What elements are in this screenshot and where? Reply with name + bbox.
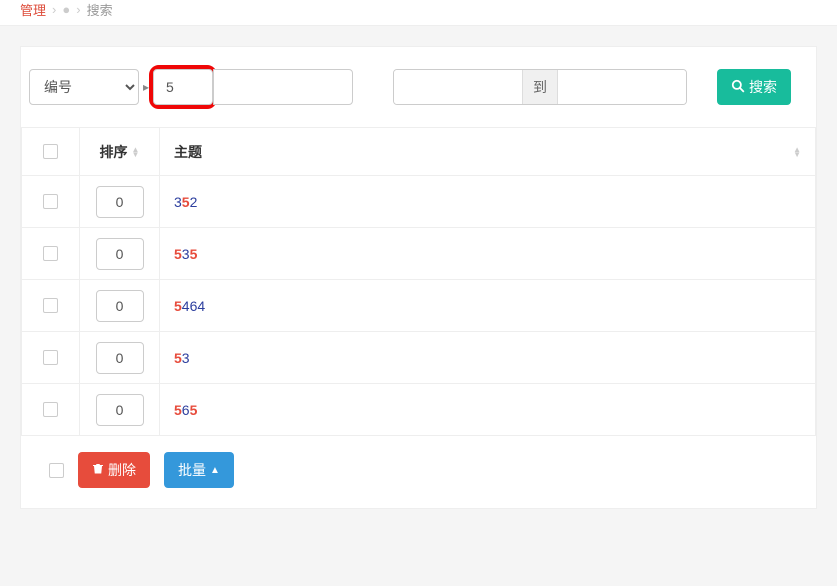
date-range: 到 (393, 69, 687, 105)
range-to-input[interactable] (558, 70, 686, 104)
breadcrumb: 管理 › ● › 搜索 (0, 0, 837, 26)
batch-button-label: 批量 (178, 460, 206, 480)
row-topic-link[interactable]: 352 (174, 194, 197, 210)
filter-bar: 编号 ▸ 到 搜索 (21, 65, 816, 127)
search-input-highlight (149, 65, 217, 109)
row-sort-input[interactable] (96, 186, 144, 218)
table-row: 565 (22, 384, 816, 436)
breadcrumb-search-label: 搜索 (87, 0, 113, 19)
delete-button-label: 删除 (108, 460, 136, 480)
row-checkbox[interactable] (43, 350, 58, 365)
row-sort-input[interactable] (96, 290, 144, 322)
table-row: 5464 (22, 280, 816, 332)
select-all-footer-checkbox[interactable] (49, 463, 64, 478)
table-row: 352 (22, 176, 816, 228)
search-input[interactable] (153, 69, 213, 105)
row-checkbox[interactable] (43, 194, 58, 209)
row-topic-link[interactable]: 565 (174, 402, 197, 418)
breadcrumb-title: 管理 (20, 0, 46, 19)
row-sort-input[interactable] (96, 342, 144, 374)
row-checkbox[interactable] (43, 298, 58, 313)
row-topic-link[interactable]: 5464 (174, 298, 205, 314)
range-mid-label: 到 (522, 70, 558, 104)
row-topic-link[interactable]: 535 (174, 246, 197, 262)
chevron-up-icon: ▲ (210, 465, 220, 476)
select-all-checkbox[interactable] (43, 144, 58, 159)
row-checkbox[interactable] (43, 246, 58, 261)
breadcrumb-sep: › (52, 2, 56, 17)
range-from-input[interactable] (394, 70, 522, 104)
col-header-sort[interactable]: 排序 (100, 142, 128, 162)
table-row: 535 (22, 228, 816, 280)
trash-icon (92, 462, 104, 478)
sort-caret-icon: ▲▼ (132, 147, 140, 157)
search-icon (731, 79, 745, 96)
data-table: 排序 ▲▼ 主题 ▲▼ 352 535 5464 53 565 (21, 127, 816, 436)
breadcrumb-sep-2: › (76, 2, 80, 17)
row-topic-link[interactable]: 53 (174, 350, 190, 366)
breadcrumb-dot: ● (62, 2, 70, 17)
bottom-action-bar: 删除 批量 ▲ (21, 436, 816, 488)
search-button[interactable]: 搜索 (717, 69, 791, 105)
filter-field-select[interactable]: 编号 (29, 69, 139, 105)
sort-caret-icon: ▲▼ (793, 147, 801, 157)
search-button-label: 搜索 (749, 77, 777, 97)
batch-button[interactable]: 批量 ▲ (164, 452, 234, 488)
row-sort-input[interactable] (96, 238, 144, 270)
main-panel: 编号 ▸ 到 搜索 排序 ▲▼ (20, 46, 817, 509)
row-sort-input[interactable] (96, 394, 144, 426)
row-checkbox[interactable] (43, 402, 58, 417)
col-header-topic[interactable]: 主题 (174, 142, 202, 162)
delete-button[interactable]: 删除 (78, 452, 150, 488)
table-row: 53 (22, 332, 816, 384)
search-input-ext[interactable] (213, 69, 353, 105)
